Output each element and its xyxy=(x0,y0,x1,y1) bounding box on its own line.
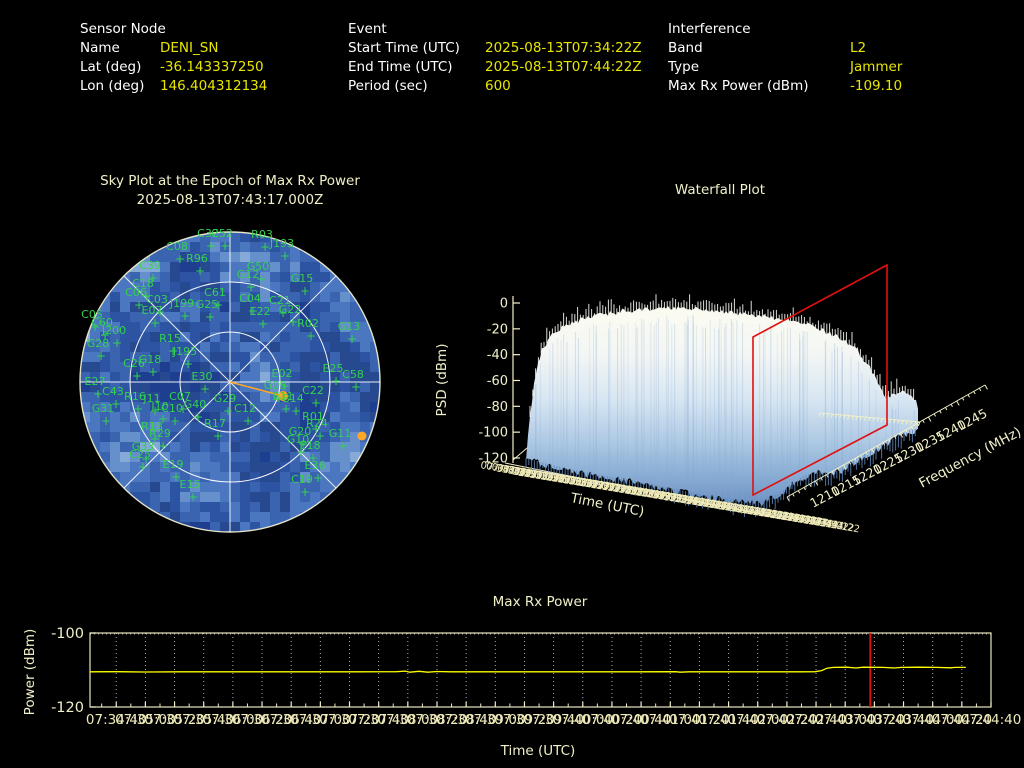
sensor-lat-label: Lat (deg) xyxy=(80,59,142,75)
svg-text:+: + xyxy=(205,310,215,324)
svg-text:0: 0 xyxy=(500,297,508,312)
svg-text:+: + xyxy=(158,439,168,453)
interference-type-value: Jammer xyxy=(850,59,903,75)
svg-text:+: + xyxy=(213,298,223,312)
event-period-value: 600 xyxy=(485,78,511,94)
svg-text:+: + xyxy=(331,374,341,388)
sky-plot-title: Sky Plot at the Epoch of Max Rx Power xyxy=(100,173,360,189)
svg-text:+: + xyxy=(206,239,216,253)
svg-text:+: + xyxy=(96,349,106,363)
svg-text:+: + xyxy=(223,404,233,418)
svg-text:+: + xyxy=(280,249,290,263)
svg-text:+: + xyxy=(180,309,190,323)
svg-text:+: + xyxy=(132,369,142,383)
svg-text:-100: -100 xyxy=(51,626,84,642)
interference-type-label: Type xyxy=(668,59,700,75)
svg-text:+: + xyxy=(200,382,210,396)
svg-text:+: + xyxy=(306,329,316,343)
max-rx-power-plot: 07:34:4007:35:0007:35:2007:35:4007:36:00… xyxy=(51,626,1022,728)
sensor-node-panel: Sensor Node Name DENI_SN Lat (deg) -36.143… xyxy=(80,20,267,96)
svg-text:+: + xyxy=(193,410,203,424)
sensor-name-value: DENI_SN xyxy=(160,40,219,56)
sensor-lon-value: 146.404312134 xyxy=(160,78,268,94)
waterfall-title: Waterfall Plot xyxy=(674,182,766,198)
interference-band-value: L2 xyxy=(850,40,867,56)
svg-text:+: + xyxy=(338,439,348,453)
interference-band-label: Band xyxy=(668,40,703,56)
svg-text:-80: -80 xyxy=(487,400,508,415)
sky-plot-subtitle: 2025-08-13T07:43:17.000Z xyxy=(136,192,324,208)
interference-panel: Interference Band L2 Type Jammer Max Rx Po… xyxy=(668,20,902,96)
svg-text:+: + xyxy=(313,471,323,485)
svg-text:+: + xyxy=(175,252,185,266)
svg-text:07:44:22: 07:44:22 xyxy=(814,516,860,535)
event-panel: Event Start Time (UTC) 2025-08-13T07:34:2… xyxy=(348,20,642,96)
sensor-lat-value: -36.143337250 xyxy=(160,59,264,75)
svg-text:+: + xyxy=(183,357,193,371)
svg-text:-40: -40 xyxy=(487,348,508,363)
svg-text:+: + xyxy=(150,316,160,330)
svg-text:+: + xyxy=(258,317,268,331)
svg-text:+: + xyxy=(213,429,223,443)
event-end-label: End Time (UTC) xyxy=(348,59,453,75)
event-end-value: 2025-08-13T07:44:22Z xyxy=(485,59,642,75)
interference-power-value: -109.10 xyxy=(850,78,903,94)
svg-text:+: + xyxy=(347,332,357,346)
svg-text:+: + xyxy=(112,336,122,350)
svg-text:+: + xyxy=(148,365,158,379)
svg-text:+: + xyxy=(220,239,230,253)
svg-text:-120: -120 xyxy=(51,700,84,716)
sky-plot-title-block: Sky Plot at the Epoch of Max Rx Power 20… xyxy=(55,172,405,210)
svg-text:-20: -20 xyxy=(487,322,508,337)
interference-power-label: Max Rx Power (dBm) xyxy=(668,78,809,94)
event-start-value: 2025-08-13T07:34:22Z xyxy=(485,40,642,56)
power-plot-xlabel: Time (UTC) xyxy=(500,743,576,759)
svg-text:+: + xyxy=(138,460,148,474)
svg-text:+: + xyxy=(243,414,253,428)
sensor-lon-label: Lon (deg) xyxy=(80,78,145,94)
svg-text:-60: -60 xyxy=(487,374,508,389)
svg-text:+: + xyxy=(260,240,270,254)
svg-text:+: + xyxy=(188,490,198,504)
interference-title: Interference xyxy=(668,21,751,37)
svg-text:-100: -100 xyxy=(478,426,508,441)
svg-text:+: + xyxy=(101,414,111,428)
sensor-name-label: Name xyxy=(80,40,120,56)
svg-text:07:44:40: 07:44:40 xyxy=(961,712,1022,728)
event-start-label: Start Time (UTC) xyxy=(348,40,460,56)
svg-text:+: + xyxy=(351,380,361,394)
sensor-node-title: Sensor Node xyxy=(80,21,166,37)
svg-text:1245: 1245 xyxy=(954,405,989,433)
waterfall-plot: 0-20-40-60-80-100-120PSD (dBm)1210121512… xyxy=(434,263,1024,536)
svg-text:+: + xyxy=(300,284,310,298)
event-period-label: Period (sec) xyxy=(348,78,428,94)
svg-text:+: + xyxy=(195,264,205,278)
sky-plot: C32+C52+R03+ J193+C08+ R96+C39+G50+G12+C18… xyxy=(79,227,381,533)
svg-text:+: + xyxy=(300,485,310,499)
svg-text:+: + xyxy=(291,404,301,418)
svg-text:PSD (dBm): PSD (dBm) xyxy=(434,344,450,417)
event-title: Event xyxy=(348,21,387,37)
svg-text:+: + xyxy=(133,402,143,416)
svg-text:+: + xyxy=(170,414,180,428)
svg-text:+: + xyxy=(311,396,321,410)
